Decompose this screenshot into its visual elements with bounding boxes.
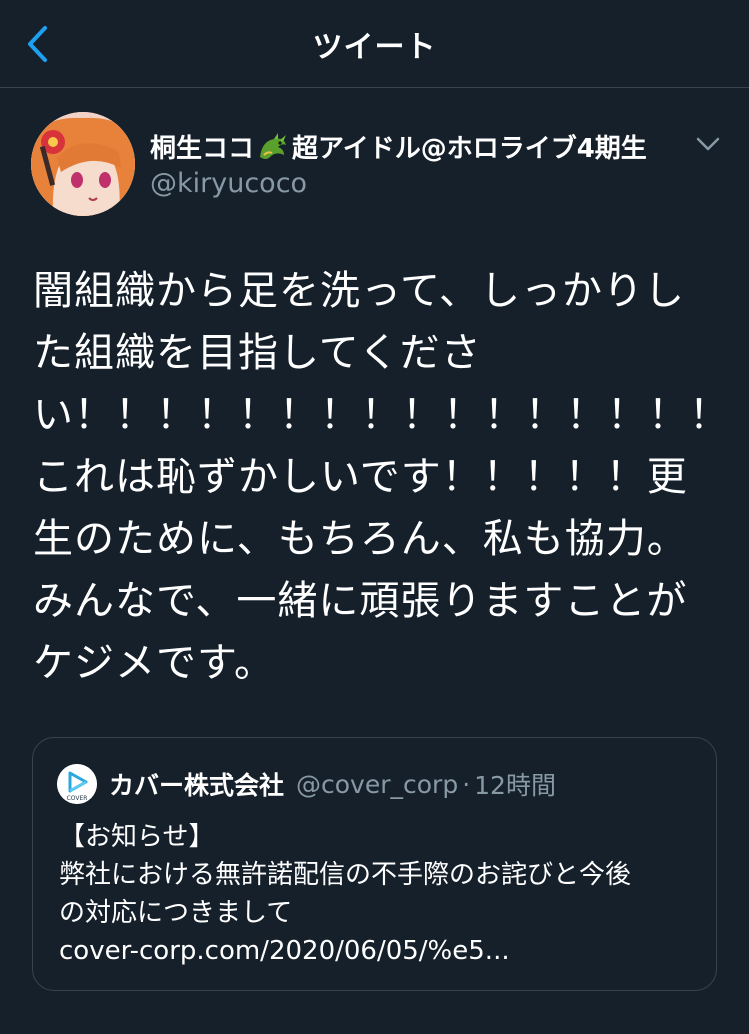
quoted-display-name: カバー株式会社 [109, 771, 285, 800]
quoted-tweet-header: カバー株式会社 @cover_corp · 12時間 [109, 766, 556, 802]
display-name-part1: 桐生ココ [150, 134, 255, 164]
display-name[interactable]: 桐生ココ 超アイドル@ホロライブ4期生 [150, 128, 647, 165]
quoted-line: の対応につきまして [59, 898, 293, 928]
quoted-line: 弊社における無許諾配信の不手際のお詫びと今後 [59, 860, 632, 890]
quoted-username: @cover_corp [296, 769, 459, 799]
cover-logo-icon: COVER [57, 764, 97, 804]
quoted-tweet-text: 【お知らせ】 弊社における無許諾配信の不手際のお詫びと今後 の対応につきまして … [59, 818, 699, 970]
page-title: ツイート [312, 30, 437, 65]
top-bar: ツイート [0, 0, 749, 88]
avatar-image [31, 112, 135, 216]
display-name-part2: 超アイドル@ホロライブ4期生 [292, 134, 647, 164]
chevron-down-icon [696, 137, 720, 151]
quoted-line: 【お知らせ】 [59, 822, 215, 852]
username[interactable]: @kiryucoco [150, 168, 307, 199]
dragon-emoji-icon [256, 131, 290, 163]
tweet-text: 闇組織から足を洗って、しっかりした組織を目指してください！！！！！！！！！！！！… [33, 268, 730, 686]
cover-logo-text: COVER [67, 795, 88, 802]
quoted-timestamp: 12時間 [474, 771, 556, 800]
quoted-link[interactable]: cover-corp.com/2020/06/05/%e5... [59, 932, 699, 970]
quoted-tweet[interactable]: COVER カバー株式会社 @cover_corp · 12時間 【お知らせ】 … [32, 737, 717, 991]
separator-dot: · [462, 769, 471, 799]
avatar[interactable] [31, 112, 135, 216]
more-options-button[interactable] [694, 134, 722, 154]
